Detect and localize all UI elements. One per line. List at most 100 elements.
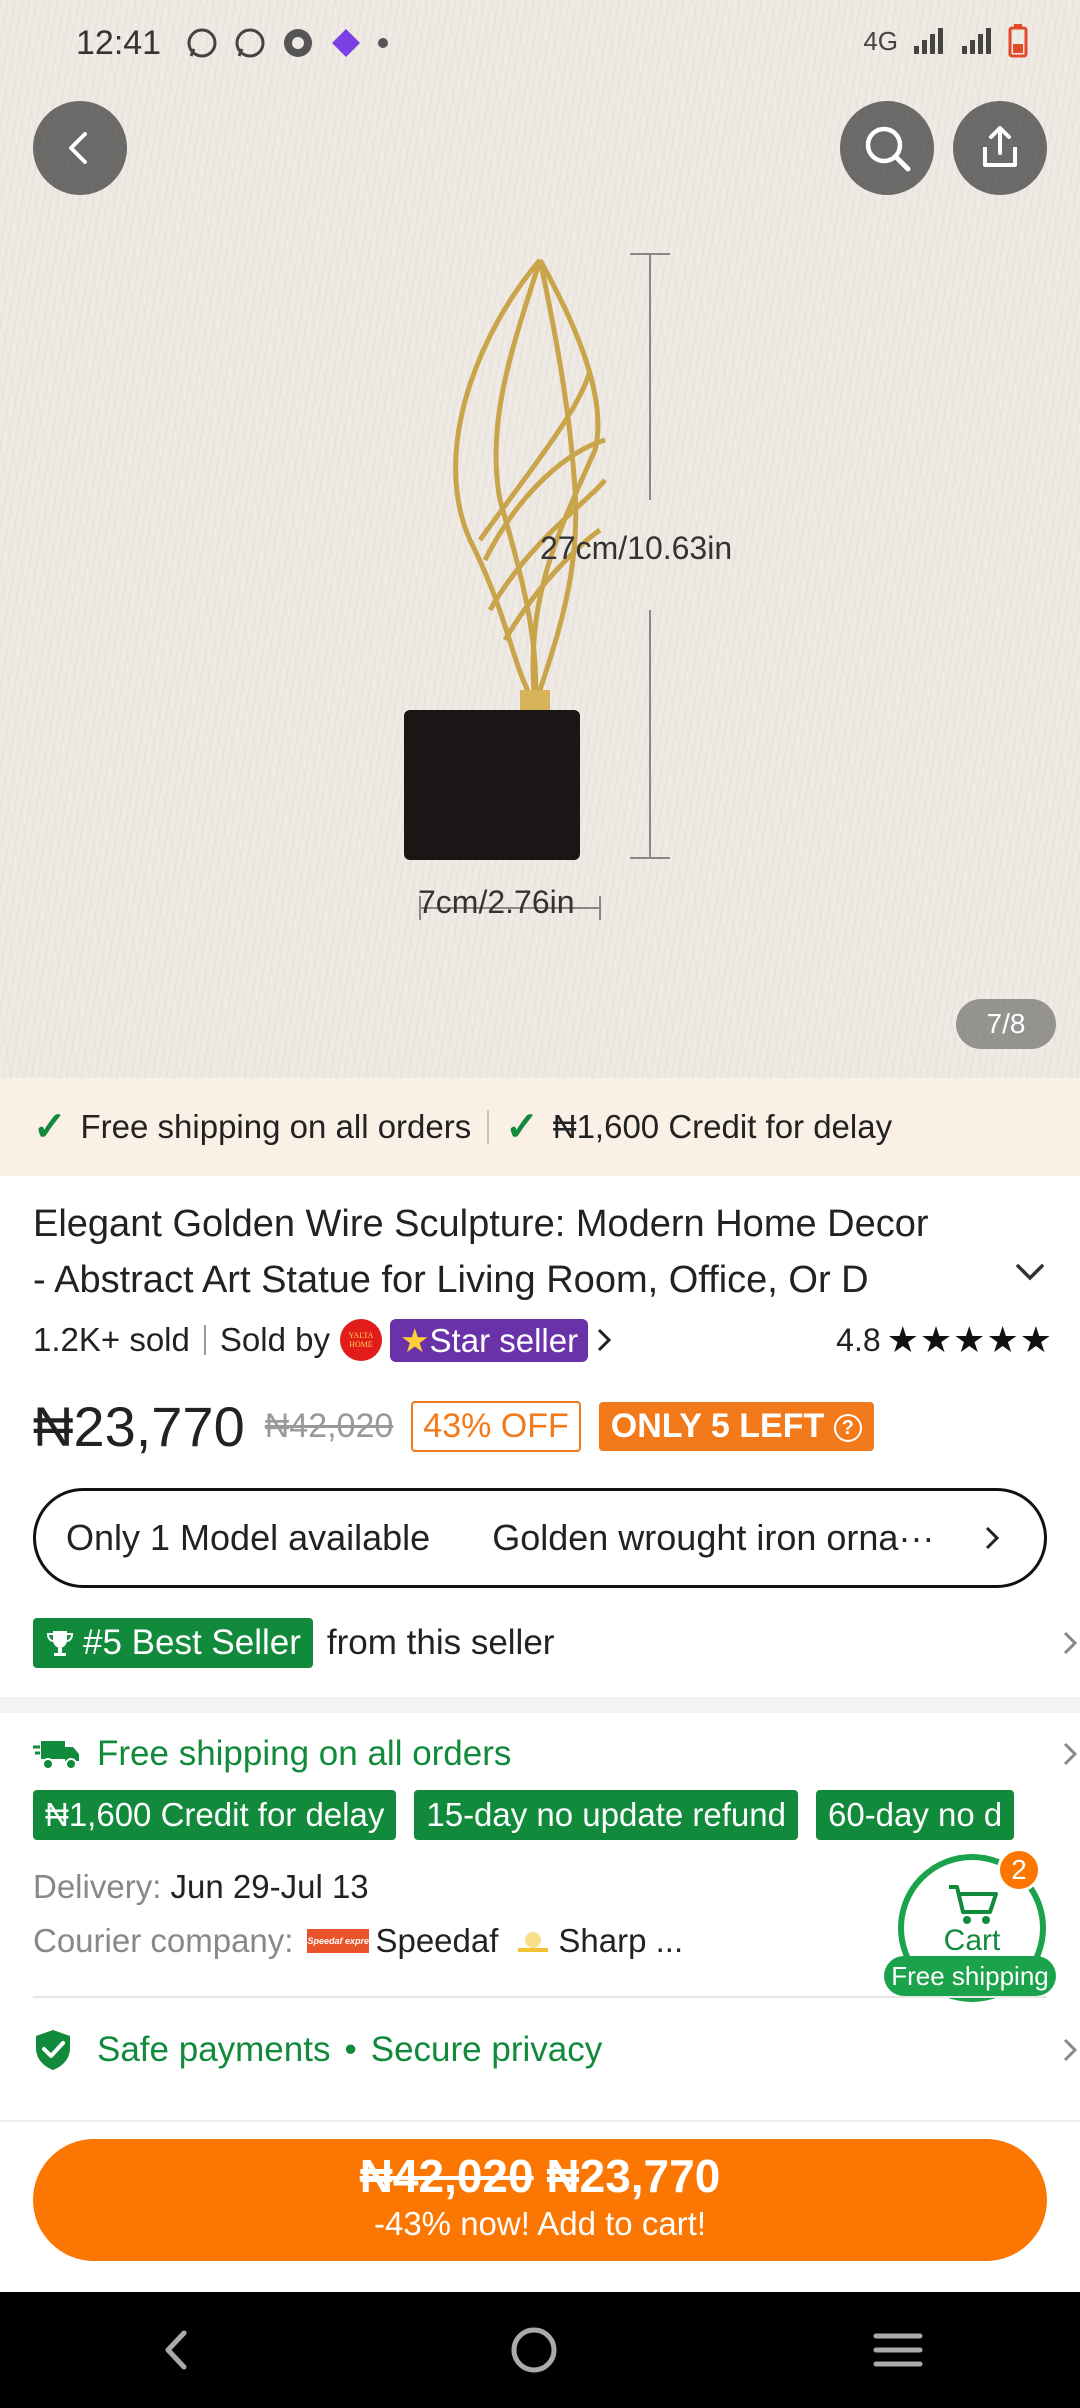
star-seller-label: Star seller (429, 1321, 579, 1359)
model-availability: Only 1 Model available (66, 1517, 431, 1558)
cart-free-shipping-label: Free shipping (884, 1956, 1056, 1996)
network-type: 4G (863, 25, 898, 56)
search-icon (865, 126, 911, 172)
status-time: 12:41 (76, 24, 162, 62)
nav-back-icon[interactable] (156, 2325, 196, 2375)
cart-label: Cart (943, 1924, 1001, 1957)
sold-count: 1.2K+ sold (33, 1321, 190, 1358)
cart-icon (949, 1885, 998, 1924)
safety-separator: • (344, 2030, 357, 2069)
add-to-cart-subtitle: -43% now! Add to cart! (373, 2205, 706, 2242)
shield-check-icon (36, 2030, 70, 2070)
chevron-right-icon (1063, 1742, 1078, 1766)
courier-row: Courier company: Speedaf express Speedaf… (33, 1922, 683, 1960)
courier-speedaf: Speedaf (375, 1922, 499, 1959)
sold-by-label: Sold by (219, 1321, 330, 1358)
price-row: ₦23,770 ₦42,020 43% OFF ONLY 5 LEFT ? (33, 1386, 874, 1466)
nav-home-icon[interactable] (509, 2325, 559, 2375)
shipping-title: Free shipping on all orders (97, 1734, 512, 1773)
seller-chevron-right-icon[interactable] (594, 1326, 614, 1354)
current-price: ₦23,770 (33, 1394, 245, 1458)
signal-1-icon (914, 28, 943, 54)
notification-icons (185, 26, 389, 60)
delivery-row: Delivery: Jun 29-Jul 13 (33, 1868, 369, 1906)
product-title-line1: Elegant Golden Wire Sculpture: Modern Ho… (33, 1203, 929, 1245)
chevron-right-icon (1063, 2038, 1078, 2062)
signal-2-icon (962, 28, 991, 54)
status-bar: 12:41 4G (0, 0, 1080, 90)
check-icon: ✓ (33, 1105, 67, 1149)
search-button[interactable] (840, 101, 934, 195)
meta-divider (203, 1325, 206, 1355)
original-price: ₦42,020 (264, 1406, 394, 1445)
sharp-courier-logo-icon (518, 1932, 549, 1952)
section-divider (0, 1697, 1080, 1713)
tag-60-day: 60-day no d (815, 1790, 1015, 1840)
chevron-left-icon (69, 132, 87, 164)
shipping-row[interactable]: Free shipping on all orders (33, 1728, 1080, 1780)
tag-credit-delay: ₦1,600 Credit for delay (33, 1790, 397, 1840)
battery-low-icon (1008, 24, 1028, 58)
expand-title-chevron-down-icon[interactable] (1012, 1260, 1048, 1284)
star-icon: ★ (399, 1321, 430, 1359)
title-fade (903, 1252, 1023, 1308)
stock-label: ONLY 5 LEFT (610, 1406, 825, 1445)
share-button[interactable] (953, 101, 1047, 195)
nav-recents-icon[interactable] (872, 2328, 924, 2372)
promo-credit-delay: ₦1,600 Credit for delay (552, 1108, 893, 1145)
best-seller-text: from this seller (326, 1623, 555, 1662)
add-to-cart-price: ₦23,770 (546, 2150, 721, 2202)
rating[interactable]: 4.8 ★★★★★ (836, 1319, 1053, 1361)
whatsapp-icon (187, 28, 217, 58)
secure-privacy: Secure privacy (370, 2030, 603, 2069)
discount-badge: 43% OFF (411, 1400, 581, 1452)
trophy-icon (46, 1631, 74, 1656)
product-title-line2: - Abstract Art Statue for Living Room, O… (33, 1259, 869, 1301)
product-title[interactable]: Elegant Golden Wire Sculpture: Modern Ho… (33, 1196, 1023, 1308)
seller-meta-row: 1.2K+ sold Sold by YALTA HOME ★Star sell… (33, 1314, 1053, 1366)
question-icon: ? (833, 1413, 862, 1442)
system-navigation-bar (0, 2292, 1080, 2408)
seller-logo[interactable]: YALTA HOME (339, 1319, 382, 1361)
floating-cart[interactable]: Cart 2 Free shipping (884, 1848, 1056, 2004)
chevron-right-icon (1063, 1631, 1078, 1655)
promo-divider (487, 1110, 490, 1144)
safe-payments: Safe payments (97, 2030, 331, 2069)
whatsapp-business-icon (235, 28, 265, 58)
delivery-dates: Jun 29-Jul 13 (170, 1868, 369, 1905)
tag-refund: 15-day no update refund (414, 1790, 798, 1840)
best-seller-row[interactable]: #5 Best Seller from this seller (33, 1617, 1080, 1669)
width-label: 7cm/2.76in (418, 884, 575, 920)
browser-icon (284, 29, 312, 57)
rating-value: 4.8 (836, 1321, 881, 1358)
star-seller-badge[interactable]: ★Star seller (389, 1318, 589, 1362)
best-seller-label: #5 Best Seller (83, 1623, 301, 1662)
height-label: 27cm/10.63in (540, 530, 733, 566)
check-icon: ✓ (505, 1105, 539, 1149)
add-to-cart-prices: ₦42,020 ₦23,770 (33, 2149, 1047, 2203)
separator (33, 1996, 1047, 1998)
safety-row[interactable]: Safe payments • Secure privacy (33, 2024, 1080, 2076)
chevron-right-icon (986, 1526, 1000, 1550)
add-to-cart-button[interactable]: ₦42,020 ₦23,770 -43% now! Add to cart! (33, 2139, 1047, 2261)
model-option: Golden wrought iron orna··· (492, 1517, 935, 1558)
app-screen: 12:41 4G 27cm/10.63in 7cm/2.76in 7/8 ✓ F… (0, 0, 1080, 2408)
truck-icon (33, 1741, 79, 1770)
rating-stars: ★★★★★ (886, 1319, 1053, 1360)
model-selector[interactable]: Only 1 Model available Golden wrought ir… (33, 1488, 1047, 1588)
promo-strip: ✓ Free shipping on all orders ✓ ₦1,600 C… (0, 1078, 1080, 1176)
speedaf-logo: Speedaf express (307, 1929, 370, 1953)
add-to-cart-old-price: ₦42,020 (359, 2150, 534, 2202)
more-notifications-dot-icon (378, 38, 388, 48)
courier-sharp: Sharp ... (558, 1922, 684, 1959)
app-notification-icon (332, 29, 360, 57)
back-button[interactable] (33, 101, 127, 195)
cart-count-badge: 2 (997, 1848, 1041, 1892)
best-seller-badge: #5 Best Seller (33, 1618, 313, 1668)
bottom-action-bar: ₦42,020 ₦23,770 -43% now! Add to cart! (0, 2120, 1080, 2292)
stock-badge[interactable]: ONLY 5 LEFT ? (598, 1401, 874, 1451)
delivery-label: Delivery: (33, 1868, 162, 1905)
product-image-gallery[interactable]: 12:41 4G 27cm/10.63in 7cm/2.76in 7/8 (0, 0, 1080, 1078)
status-indicators: 4G (863, 24, 1028, 58)
shipping-tags: ₦1,600 Credit for delay 15-day no update… (33, 1790, 1015, 1840)
